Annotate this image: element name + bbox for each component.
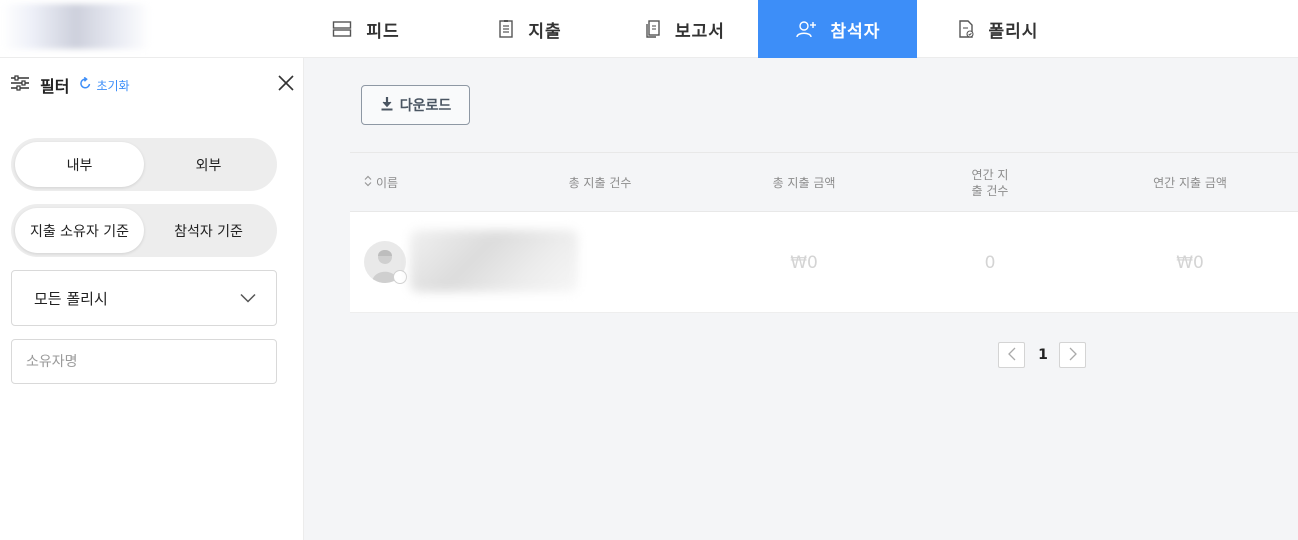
total-amount-cell: ₩0 <box>790 252 818 273</box>
tab-expenses-label: 지출 <box>528 21 562 42</box>
chevron-right-icon <box>1069 346 1077 365</box>
basis-attendee-option[interactable]: 참석자 기준 <box>144 208 273 253</box>
attendee-name-redacted <box>410 230 578 292</box>
avatar-status-dot <box>393 270 407 284</box>
column-total-count-header: 총 지출 건수 <box>568 176 632 190</box>
filter-sidebar: 필터 초기화 내부 외부 지출 소유자 기준 참석자 기준 모든 폴리시 <box>0 58 304 540</box>
scope-external-option[interactable]: 외부 <box>144 142 273 187</box>
filter-title: 필터 <box>40 77 70 96</box>
filter-header: 필터 초기화 <box>10 72 295 98</box>
tab-reports-label: 보고서 <box>675 21 725 42</box>
basis-toggle: 지출 소유자 기준 참석자 기준 <box>11 204 277 257</box>
page-number[interactable]: 1 <box>1031 342 1055 368</box>
pagination: 1 <box>304 342 1298 368</box>
tab-policy-label: 폴리시 <box>988 21 1039 42</box>
attendees-panel: 다운로드 이름 총 지출 건수 총 지출 금액 연간 지 출 건수 연간 지출 … <box>304 58 1298 540</box>
policy-select-value: 모든 폴리시 <box>34 289 108 308</box>
close-icon[interactable] <box>277 74 295 96</box>
table-header: 이름 총 지출 건수 총 지출 금액 연간 지 출 건수 연간 지출 금액 <box>350 152 1298 212</box>
tab-expenses[interactable]: 지출 <box>470 0 590 58</box>
add-user-icon <box>795 19 817 39</box>
next-page-button[interactable] <box>1059 342 1086 368</box>
download-icon <box>380 96 394 115</box>
top-navigation: 피드 지출 보고서 참석자 폴리시 <box>0 0 1298 58</box>
policy-select[interactable]: 모든 폴리시 <box>11 270 277 326</box>
column-name-header[interactable]: 이름 <box>364 153 398 213</box>
tab-feed[interactable]: 피드 <box>306 0 426 58</box>
column-name-label: 이름 <box>376 176 399 190</box>
tab-feed-label: 피드 <box>366 21 400 42</box>
tab-attendees-label: 참석자 <box>830 21 881 42</box>
prev-page-button[interactable] <box>998 342 1025 368</box>
annual-count-cell: 0 <box>984 252 996 273</box>
owner-name-input[interactable] <box>11 339 277 384</box>
download-label: 다운로드 <box>399 98 452 114</box>
tab-attendees[interactable]: 참석자 <box>758 0 917 58</box>
table-row[interactable]: ₩0 0 ₩0 <box>350 212 1298 313</box>
sort-icon <box>364 175 372 191</box>
report-icon <box>645 19 661 39</box>
company-logo[interactable] <box>2 4 150 49</box>
tab-policy[interactable]: 폴리시 <box>940 0 1055 58</box>
download-button[interactable]: 다운로드 <box>361 85 470 125</box>
sliders-icon <box>10 75 30 95</box>
column-total-amount-header: 총 지출 금액 <box>772 176 836 190</box>
policy-icon <box>957 19 975 39</box>
scope-toggle: 내부 외부 <box>11 138 277 191</box>
chevron-left-icon <box>1007 346 1016 365</box>
basis-owner-option[interactable]: 지출 소유자 기준 <box>15 208 144 253</box>
annual-amount-cell: ₩0 <box>1176 252 1204 273</box>
column-annual-amount-header: 연간 지출 금액 <box>1153 176 1227 190</box>
refresh-icon <box>79 76 92 93</box>
receipt-icon <box>498 19 514 39</box>
reset-button[interactable]: 초기화 <box>79 76 130 94</box>
chevron-down-icon <box>240 289 256 307</box>
feed-icon <box>332 20 352 38</box>
reset-label: 초기화 <box>96 78 130 93</box>
tab-reports[interactable]: 보고서 <box>620 0 750 58</box>
scope-internal-option[interactable]: 내부 <box>15 142 144 187</box>
column-annual-count-header: 연간 지 출 건수 <box>971 168 1009 198</box>
